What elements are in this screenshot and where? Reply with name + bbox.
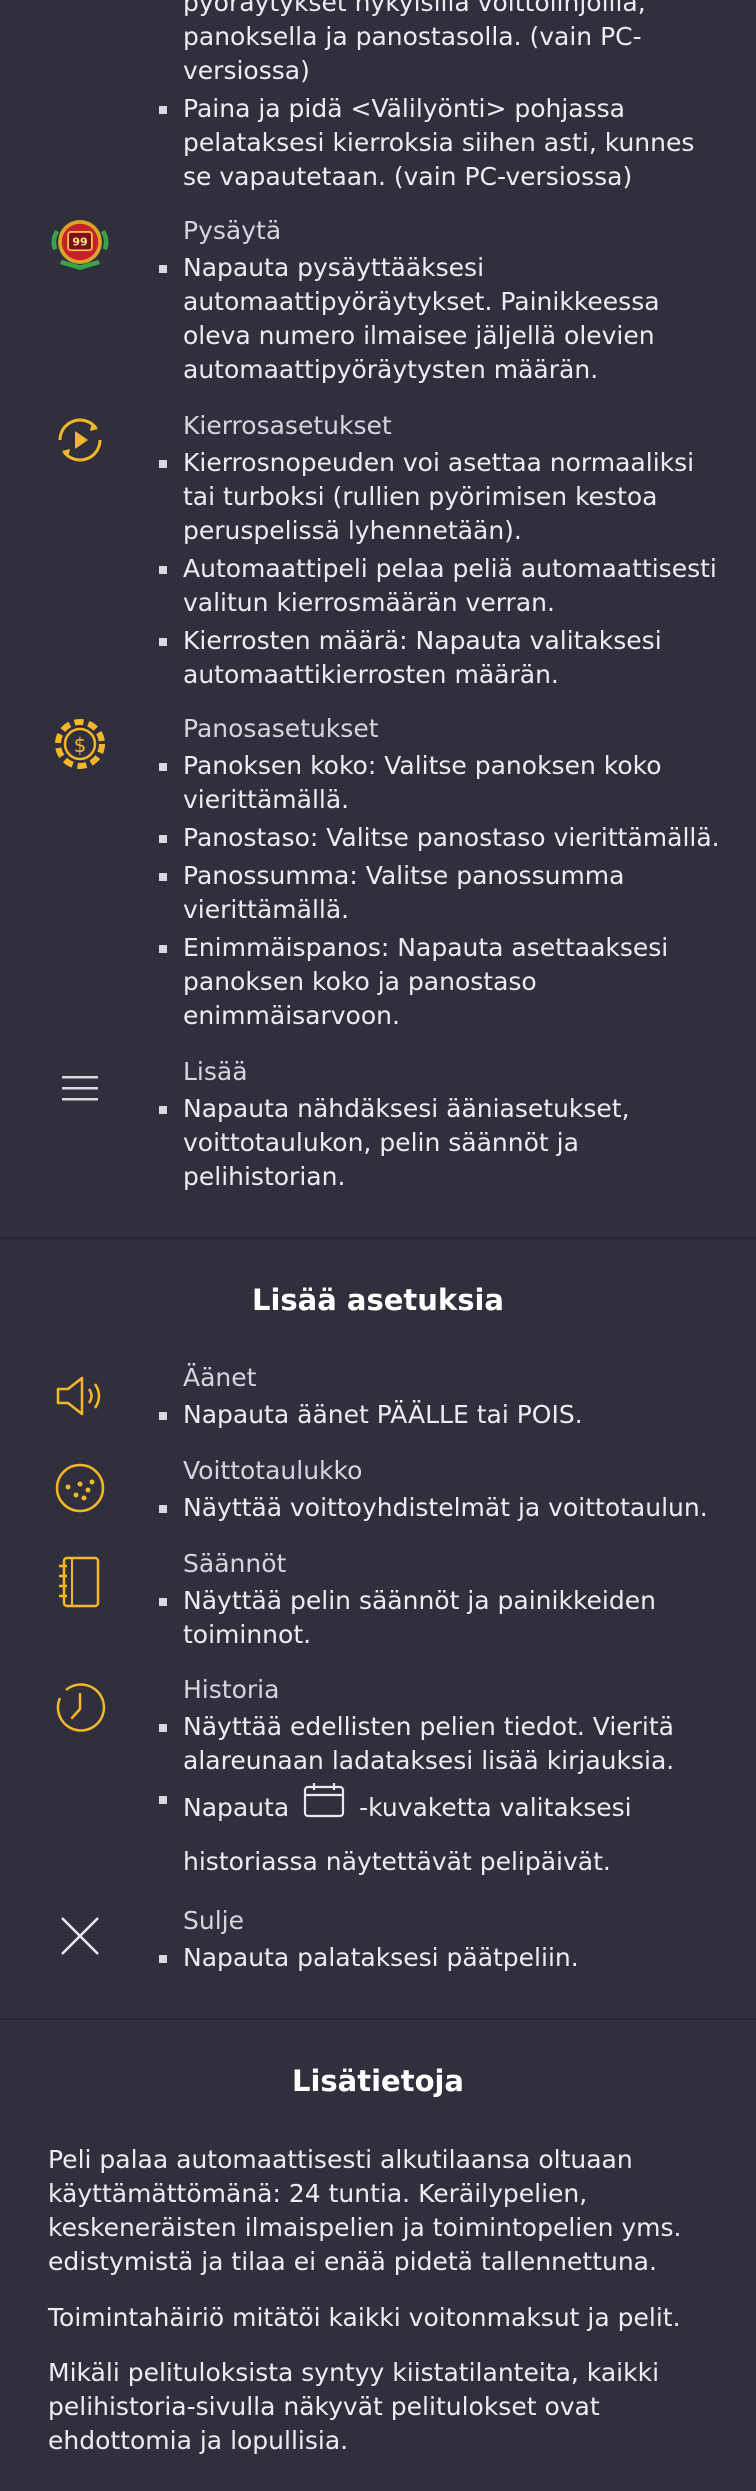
control-bet-settings: Panosasetukset Panoksen koko: Valitse pa… [159,713,728,1037]
control-item: Kierrosnopeuden voi asettaa normaaliksi … [159,446,728,548]
space-hold-item: Paina ja pidä <Välilyönti> pohjassa pela… [159,92,728,194]
space-hold-block: Paina ja pidä <Välilyönti> pohjassa pela… [159,92,728,198]
section-divider [0,2018,756,2020]
control-stop: Pysäytä Napauta pysäyttääksesi automaatt… [159,215,728,391]
help-page: pyöräytykset nykyisillä voittolinjoilla,… [0,0,756,2491]
bet-settings-icon: $ [48,712,112,776]
setting-item: Näyttää pelin säännöt ja painikkeiden to… [159,1584,728,1652]
paytable-icon [48,1456,112,1520]
stop-count-badge: 99 [72,236,87,249]
control-item: Panostaso: Valitse panostaso vierittämäl… [159,821,728,855]
setting-item: Napauta palataksesi päätpeliin. [159,1941,728,1975]
history-icon [48,1676,112,1740]
setting-close: Sulje Napauta palataksesi päätpeliin. [159,1905,728,1979]
control-more: Lisää Napauta nähdäksesi ääniasetukset, … [159,1056,728,1198]
top-continuation: pyöräytykset nykyisillä voittolinjoilla,… [183,0,728,88]
setting-history: Historia Näyttää edellisten pelien tiedo… [159,1674,728,1892]
continuation-line: pyöräytykset nykyisillä voittolinjoilla, [183,0,646,17]
setting-item-calendar: Napauta -kuvaketta valitaksesi historias… [159,1782,728,1888]
calendar-text-before: Napauta [183,1793,290,1822]
control-item: Napauta pysäyttääksesi automaattipyöräyt… [159,251,728,387]
menu-icon [48,1056,112,1120]
calendar-text-line2: historiassa näytettävät pelipäivät. [183,1847,611,1876]
stop-autospin-icon: 99 [48,210,112,274]
setting-title: Voittotaulukko [183,1456,363,1485]
continuation-line: versiossa) [183,56,310,85]
setting-title: Äänet [183,1363,257,1392]
setting-rules: Säännöt Näyttää pelin säännöt ja painikk… [159,1548,728,1656]
control-item: Panossumma: Valitse panossumma vierittäm… [159,859,728,927]
control-title: Lisää [183,1057,248,1086]
setting-item: Näyttää edellisten pelien tiedot. Vierit… [159,1710,728,1778]
control-spin-settings: Kierrosasetukset Kierrosnopeuden voi ase… [159,410,728,696]
setting-paytable: Voittotaulukko Näyttää voittoyhdistelmät… [159,1455,728,1529]
setting-item: Napauta äänet PÄÄLLE tai POIS. [159,1398,728,1432]
control-title: Kierrosasetukset [183,411,392,440]
calendar-text-after: -kuvaketta valitaksesi [359,1793,632,1822]
setting-title: Historia [183,1675,280,1704]
setting-item: Näyttää voittoyhdistelmät ja voittotaulu… [159,1491,728,1525]
control-item: Enimmäispanos: Napauta asettaaksesi pano… [159,931,728,1033]
coin-symbol: $ [74,733,87,757]
control-title: Pysäytä [183,216,282,245]
info-paragraph: Mikäli pelituloksista syntyy kiistatilan… [48,2358,660,2455]
control-item: Napauta nähdäksesi ääniasetukset, voitto… [159,1092,728,1194]
additional-info-heading: Lisätietoja [291,2064,465,2098]
rules-icon [48,1550,112,1614]
info-paragraph: Peli palaa automaattisesti alkutilaansa … [48,2145,682,2276]
close-icon [48,1904,112,1968]
prev-bullet-continuation: pyöräytykset nykyisillä voittolinjoilla,… [183,0,728,88]
spin-settings-icon [48,408,112,472]
control-title: Panosasetukset [183,714,379,743]
calendar-icon [303,1782,345,1836]
setting-sound: Äänet Napauta äänet PÄÄLLE tai POIS. [159,1362,728,1436]
section-divider [0,1237,756,1239]
setting-title: Säännöt [183,1549,287,1578]
more-settings-heading: Lisää asetuksia [252,1283,504,1317]
control-item: Kierrosten määrä: Napauta valitaksesi au… [159,624,728,692]
info-paragraph: Toimintahäiriö mitätöi kaikki voitonmaks… [48,2303,681,2332]
control-item: Automaattipeli pelaa peliä automaattises… [159,552,728,620]
continuation-line: panoksella ja panostasolla. (vain PC- [183,22,642,51]
control-item: Panoksen koko: Valitse panoksen koko vie… [159,749,728,817]
setting-title: Sulje [183,1906,244,1935]
sound-icon [48,1364,112,1428]
